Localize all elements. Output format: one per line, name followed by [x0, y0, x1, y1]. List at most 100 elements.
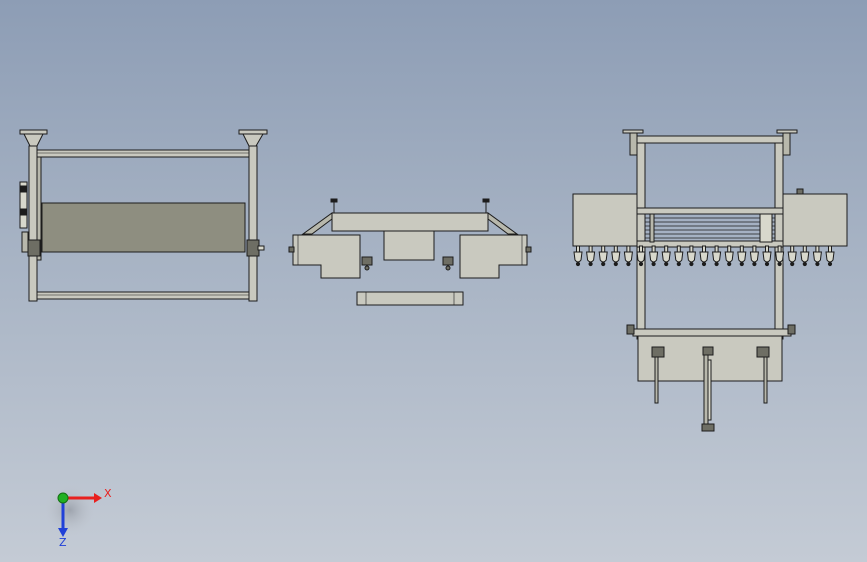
top-right-block [459, 234, 528, 279]
nozzle-tip [638, 261, 644, 267]
front-panel [41, 202, 246, 253]
nozzle-stem [714, 245, 719, 253]
nozzle-cup [787, 251, 797, 263]
nozzle-stem [739, 245, 744, 253]
nozzle-tip [827, 261, 833, 267]
nozzle-stem [689, 245, 694, 253]
nozzle-cup [800, 251, 810, 263]
cad-viewport[interactable]: X Z [0, 0, 867, 562]
front-right-post [248, 145, 258, 302]
top-left-brace [301, 212, 333, 235]
side-lower-frame-rail [632, 328, 792, 337]
nozzle-cup [611, 251, 621, 263]
nozzle-cup [825, 251, 835, 263]
front-right-pin [257, 245, 265, 251]
nozzle-tip [626, 261, 631, 267]
nozzle-cup [661, 251, 671, 263]
nozzle-tip [651, 261, 656, 267]
nozzle-stem [702, 245, 706, 253]
side-left-box [572, 193, 638, 247]
nozzle-cup [712, 251, 722, 263]
nozzle-cup [573, 251, 583, 263]
nozzle-cup [598, 251, 608, 263]
side-conveyor-slats [645, 217, 775, 239]
nozzle-tip [815, 261, 820, 267]
x-axis-label: X [104, 487, 112, 500]
nozzle-tip [714, 261, 719, 267]
axis-triad: X Z [44, 484, 112, 549]
nozzle-cup [812, 251, 822, 263]
nozzle-cup [623, 251, 633, 263]
side-right-leg [763, 356, 768, 404]
nozzle-tip [575, 261, 581, 267]
side-right-box [782, 193, 848, 247]
front-left-post [28, 145, 38, 302]
side-view[interactable] [572, 129, 848, 432]
side-nozzle-row [573, 245, 835, 267]
nozzle-cup [749, 251, 759, 263]
nozzle-stem [576, 245, 580, 253]
nozzle-stem [626, 245, 631, 253]
nozzle-tip [727, 261, 732, 267]
top-view[interactable] [288, 198, 532, 306]
nozzle-cup [737, 251, 747, 263]
top-center-box [383, 230, 435, 261]
nozzle-stem [790, 245, 795, 253]
nozzle-tip [764, 261, 770, 267]
top-pins [330, 198, 490, 213]
nozzle-stem [777, 245, 782, 253]
nozzle-tip [802, 261, 807, 267]
nozzle-stem [613, 245, 618, 253]
front-left-cylinder [19, 181, 29, 253]
nozzle-cup [674, 251, 684, 263]
nozzle-stem [639, 245, 643, 253]
nozzle-stem [601, 245, 606, 253]
side-center-rod [703, 354, 709, 426]
top-right-brace [487, 212, 519, 235]
side-mid-rail [636, 207, 784, 215]
nozzle-tip [601, 261, 606, 267]
nozzle-tip [701, 261, 707, 267]
nozzle-tip [613, 261, 618, 267]
top-loose-bar [356, 291, 464, 306]
front-bottom-rail [36, 291, 250, 300]
nozzle-stem [676, 245, 681, 253]
nozzle-cup [636, 251, 646, 263]
nozzle-stem [588, 245, 593, 253]
nozzle-tip [790, 261, 795, 267]
side-upper-top-rail [636, 135, 784, 144]
top-left-block [292, 234, 361, 279]
front-left-clamp [27, 239, 41, 257]
nozzle-tip [739, 261, 744, 267]
nozzle-stem [802, 245, 807, 253]
nozzle-stem [651, 245, 656, 253]
nozzle-cup [699, 251, 709, 263]
top-beam [331, 212, 489, 232]
y-axis-dot-icon [57, 492, 69, 504]
side-left-leg [654, 356, 659, 404]
nozzle-stem [828, 245, 832, 253]
front-view[interactable] [19, 129, 268, 302]
nozzle-cup [686, 251, 696, 263]
nozzle-cup [649, 251, 659, 263]
nozzle-stem [815, 245, 820, 253]
nozzle-stem [664, 245, 669, 253]
nozzle-cup [586, 251, 596, 263]
front-right-mount-plate [238, 129, 268, 147]
nozzle-tip [676, 261, 681, 267]
nozzle-stem [752, 245, 757, 253]
nozzle-tip [664, 261, 669, 267]
nozzle-stem [765, 245, 769, 253]
nozzle-tip [752, 261, 757, 267]
nozzle-cup [775, 251, 785, 263]
front-left-mount-plate [19, 129, 48, 147]
front-right-clamp [246, 239, 260, 257]
front-top-rail [36, 149, 250, 158]
z-axis-label: Z [59, 536, 67, 549]
nozzle-tip [689, 261, 694, 267]
nozzle-stem [727, 245, 732, 253]
nozzle-tip [588, 261, 593, 267]
nozzle-cup [762, 251, 772, 263]
nozzle-cup [724, 251, 734, 263]
nozzle-tip [777, 261, 782, 267]
